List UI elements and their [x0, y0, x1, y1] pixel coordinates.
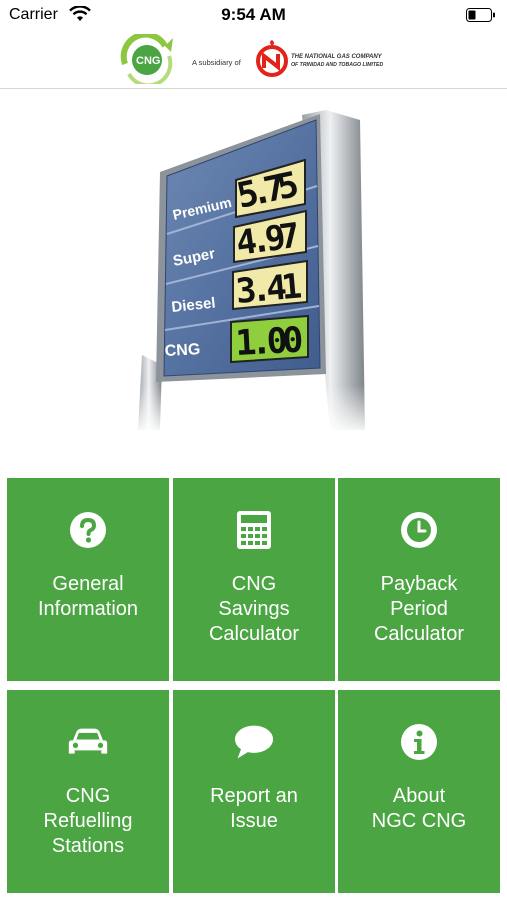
menu-label-about-ngc-cng: About NGC CNG	[371, 785, 467, 832]
chat-bubble-icon	[234, 722, 274, 762]
sign-label-cng: CNG	[164, 341, 200, 360]
menu-tile-cng-refuelling-stations[interactable]: CNG Refuelling Stations	[7, 690, 169, 893]
clock-icon	[399, 510, 439, 550]
question-circle-icon	[68, 510, 108, 550]
clock-time: 9:54 AM	[221, 5, 286, 24]
menu-label-cng-savings-calculator: CNG Savings Calculator	[208, 573, 300, 645]
menu-tile-about-ngc-cng[interactable]: About NGC CNG	[338, 690, 500, 893]
header-banner: CNG A subsidiary of THE NATIONAL GAS COM…	[0, 32, 507, 89]
car-icon	[68, 722, 108, 762]
ngc-company-name: THE NATIONAL GAS COMPANY OF TRINIDAD AND…	[291, 54, 384, 68]
ngc-logo-mark	[256, 40, 288, 77]
menu-label-cng-refuelling-stations: CNG Refuelling Stations	[43, 785, 133, 857]
battery-icon	[466, 8, 495, 22]
svg-text:CNG: CNG	[136, 55, 160, 67]
calculator-icon	[234, 510, 274, 550]
menu-tile-general-information[interactable]: General Information	[7, 478, 169, 681]
menu-tile-report-an-issue[interactable]: Report an Issue	[173, 690, 335, 893]
menu-tile-cng-savings-calculator[interactable]: CNG Savings Calculator	[173, 478, 335, 681]
subsidiary-text: A subsidiary of	[192, 58, 241, 67]
fuel-price-sign: Premium Super Diesel CNG 5.75 4.97 3.41 …	[120, 100, 380, 435]
menu-tile-payback-period-calculator[interactable]: Payback Period Calculator	[338, 478, 500, 681]
menu-label-payback-period-calculator: Payback Period Calculator	[373, 573, 465, 645]
info-circle-icon	[399, 722, 439, 762]
sign-price-diesel: 3.41	[234, 266, 303, 312]
sign-price-cng: 1.00	[234, 320, 304, 364]
cng-logo: CNG	[120, 34, 173, 84]
status-bar: Carrier 9:54 AM	[0, 0, 507, 32]
menu-label-report-an-issue: Report an Issue	[210, 785, 298, 832]
fuel-price-sign-graphic: Premium Super Diesel CNG 5.75 4.97 3.41 …	[120, 110, 380, 435]
menu-label-general-information: General Information	[37, 573, 139, 620]
menu-grid: General Information CNG Savings Calculat…	[7, 478, 500, 894]
